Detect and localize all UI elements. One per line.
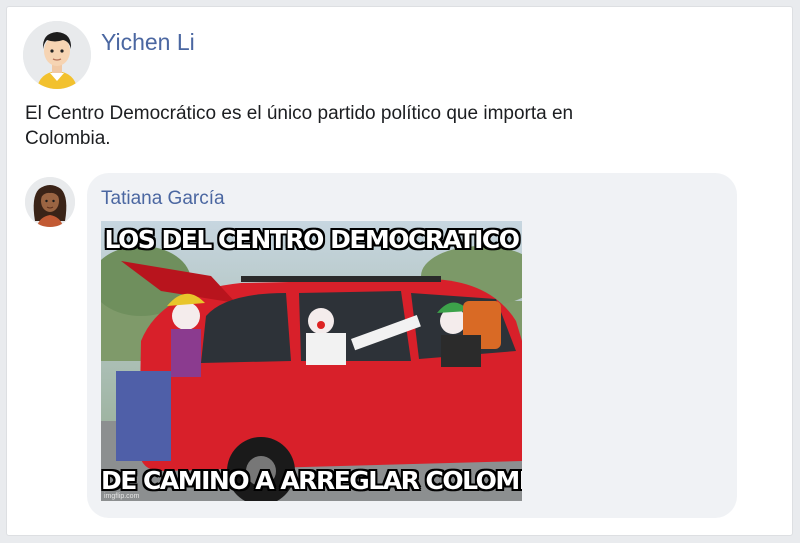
meme-image[interactable]: LOS DEL CENTRO DEMOCRATICO DE CAMINO A A… [101, 221, 522, 501]
commenter-name[interactable]: Tatiana García [101, 188, 225, 210]
avatar-man-icon [23, 21, 91, 89]
commenter-avatar[interactable] [25, 177, 75, 227]
post-card: Yichen Li El Centro Democrático es el ún… [6, 6, 793, 536]
meme-bottom-text: DE CAMINO A ARREGLAR COLOMBIA [101, 466, 522, 495]
meme-scene [101, 221, 522, 501]
author-name[interactable]: Yichen Li [101, 29, 195, 56]
post-text: El Centro Democrático es el único partid… [25, 103, 574, 149]
avatar-woman-icon [25, 177, 75, 227]
comment-bubble: Tatiana García LOS DEL CENTRO DEMOCRATIC… [87, 173, 737, 518]
meme-top-text: LOS DEL CENTRO DEMOCRATICO [104, 225, 521, 254]
author-avatar[interactable] [23, 21, 91, 89]
meme-watermark: imgflip.com [104, 493, 140, 500]
